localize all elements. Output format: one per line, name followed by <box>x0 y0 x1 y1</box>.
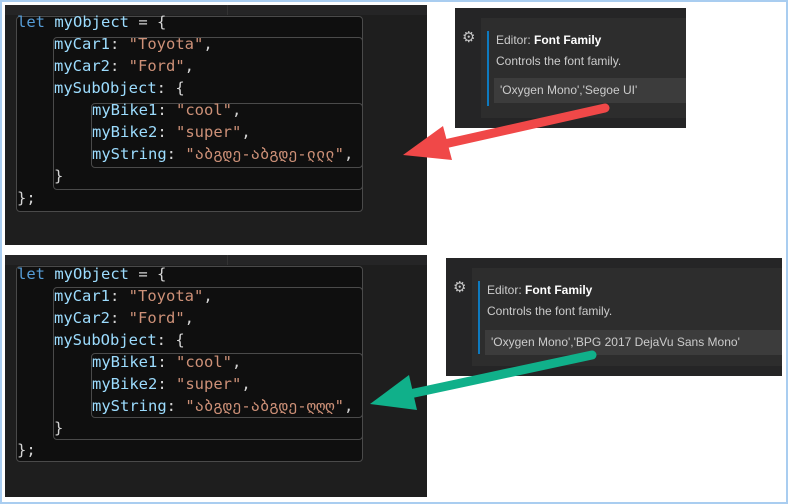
green-arrow-icon <box>370 350 597 410</box>
annotation-arrows <box>370 103 610 410</box>
red-arrow-icon <box>403 103 610 160</box>
